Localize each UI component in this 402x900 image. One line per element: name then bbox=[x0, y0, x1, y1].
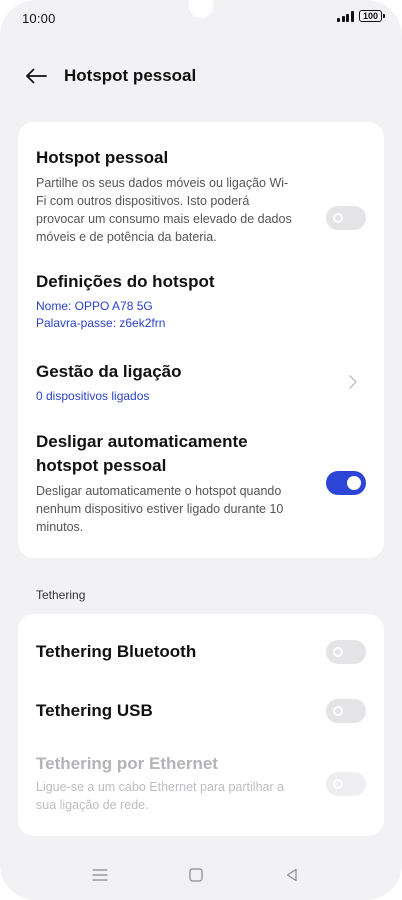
battery-icon: 100 bbox=[358, 10, 385, 22]
ethernet-tethering-toggle bbox=[326, 772, 366, 796]
auto-off-toggle[interactable] bbox=[326, 471, 366, 495]
usb-tethering-row[interactable]: Tethering USB bbox=[36, 699, 366, 723]
auto-off-title-line1: Desligar automaticamente bbox=[36, 432, 248, 451]
phone-screen: 10:00 100 Hotspot pessoal Hotspot pessoa… bbox=[0, 0, 402, 900]
ethernet-tethering-description: Ligue-se a um cabo Ethernet para partilh… bbox=[36, 780, 285, 812]
hotspot-row[interactable]: Hotspot pessoal Partilhe os seus dados m… bbox=[36, 146, 366, 246]
page-title: Hotspot pessoal bbox=[64, 66, 197, 85]
chevron-right-icon bbox=[349, 375, 357, 389]
bluetooth-tethering-title: Tethering Bluetooth bbox=[36, 642, 197, 661]
hotspot-settings-row[interactable]: Definições do hotspot Nome: OPPO A78 5G … bbox=[36, 270, 366, 332]
signal-icon bbox=[337, 10, 354, 22]
hotspot-name: Nome: OPPO A78 5G bbox=[36, 299, 153, 313]
toggle-knob bbox=[333, 213, 343, 223]
ethernet-tethering-row: Tethering por Ethernet Ligue-se a um cab… bbox=[36, 752, 366, 814]
auto-off-description: Desligar automaticamente o hotspot quand… bbox=[36, 484, 284, 534]
back-icon bbox=[286, 868, 297, 882]
hotspot-password: Palavra-passe: z6ek2frn bbox=[36, 316, 166, 330]
ethernet-tethering-title: Tethering por Ethernet bbox=[36, 754, 218, 773]
connected-devices-count: 0 dispositivos ligados bbox=[36, 389, 150, 403]
arrow-left-icon bbox=[26, 68, 47, 84]
home-icon bbox=[189, 868, 203, 882]
hotspot-title: Hotspot pessoal bbox=[36, 148, 169, 167]
connection-management-row[interactable]: Gestão da ligação 0 dispositivos ligados bbox=[36, 360, 366, 405]
auto-off-title-line2: hotspot pessoal bbox=[36, 456, 167, 475]
hotspot-settings-card: Hotspot pessoal Partilhe os seus dados m… bbox=[18, 122, 384, 558]
hotspot-settings-title: Definições do hotspot bbox=[36, 272, 215, 291]
hotspot-description: Partilhe os seus dados móveis ou ligação… bbox=[36, 176, 292, 244]
menu-icon bbox=[92, 869, 108, 881]
toggle-knob bbox=[333, 647, 343, 657]
connection-management-title: Gestão da ligação bbox=[36, 362, 182, 381]
bluetooth-tethering-toggle[interactable] bbox=[326, 640, 366, 664]
tethering-card: Tethering Bluetooth Tethering USB Tether… bbox=[18, 614, 384, 836]
back-nav-button[interactable] bbox=[277, 860, 307, 890]
back-button[interactable] bbox=[22, 62, 50, 90]
app-header: Hotspot pessoal bbox=[0, 56, 402, 96]
home-button[interactable] bbox=[181, 860, 211, 890]
navigation-bar bbox=[0, 860, 402, 892]
status-icons: 100 bbox=[337, 10, 385, 22]
toggle-knob bbox=[333, 706, 343, 716]
usb-tethering-title: Tethering USB bbox=[36, 701, 153, 720]
bluetooth-tethering-row[interactable]: Tethering Bluetooth bbox=[36, 640, 366, 664]
status-bar: 10:00 100 bbox=[0, 0, 402, 36]
status-time: 10:00 bbox=[22, 11, 56, 26]
toggle-knob bbox=[347, 476, 361, 490]
auto-off-row[interactable]: Desligar automaticamente hotspot pessoal… bbox=[36, 430, 366, 536]
toggle-knob bbox=[333, 779, 343, 789]
recent-apps-button[interactable] bbox=[85, 860, 115, 890]
hotspot-toggle[interactable] bbox=[326, 206, 366, 230]
usb-tethering-toggle[interactable] bbox=[326, 699, 366, 723]
battery-level: 100 bbox=[362, 10, 378, 21]
tethering-section-label: Tethering bbox=[36, 588, 86, 602]
